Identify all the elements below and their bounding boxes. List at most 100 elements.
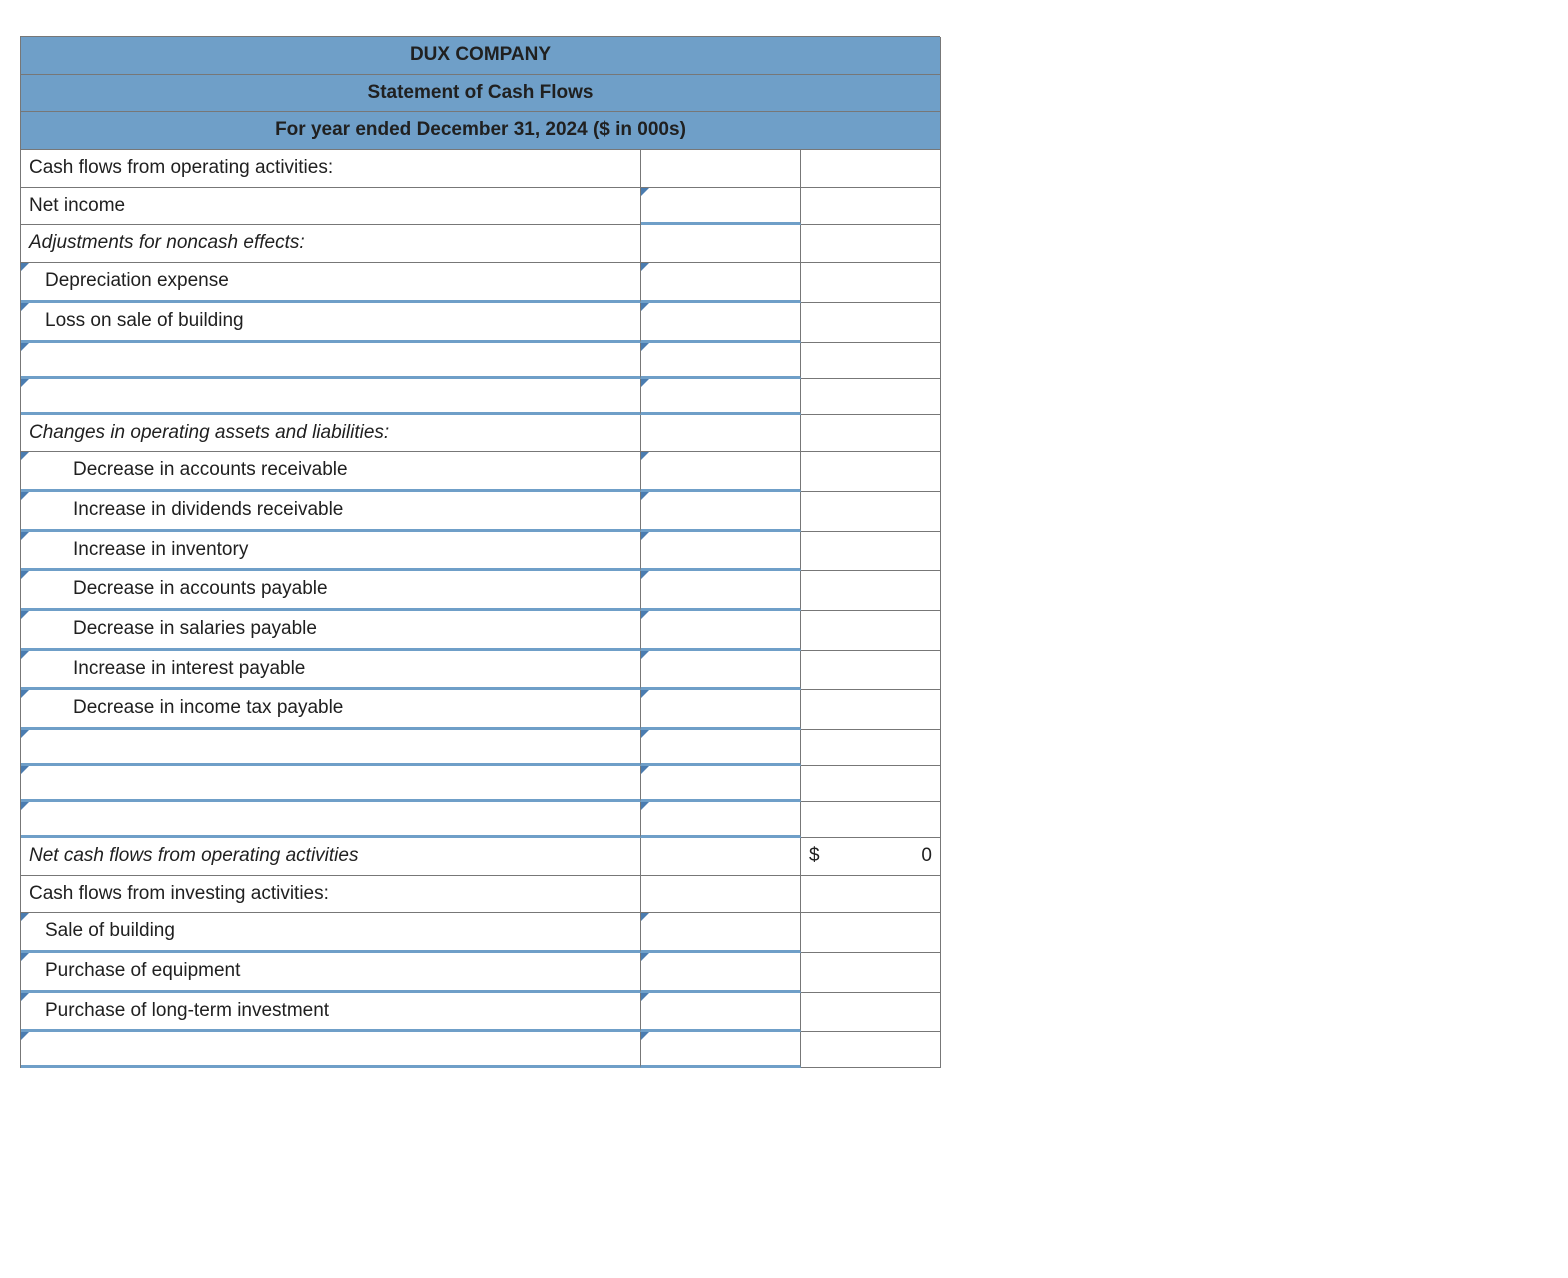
table-row: Increase in dividends receivable xyxy=(21,492,940,532)
amount-input[interactable] xyxy=(641,611,801,651)
line-item-select[interactable]: Decrease in salaries payable xyxy=(21,611,641,651)
table-row: Purchase of long-term investment xyxy=(21,993,940,1033)
amount-input[interactable] xyxy=(641,303,801,343)
line-item-select[interactable] xyxy=(21,730,641,766)
line-item-text: Net income xyxy=(29,194,125,219)
amount-input[interactable] xyxy=(641,730,801,766)
line-item-text: Increase in dividends receivable xyxy=(73,498,343,523)
line-item-select[interactable]: Increase in interest payable xyxy=(21,651,641,691)
amount-input[interactable] xyxy=(641,651,801,691)
amount-input[interactable] xyxy=(641,343,801,379)
line-item-select[interactable] xyxy=(21,766,641,802)
line-item-text: Net cash flows from operating activities xyxy=(29,844,358,869)
table-row xyxy=(21,766,940,802)
amount-input[interactable] xyxy=(641,993,801,1033)
line-item-select[interactable] xyxy=(21,379,641,415)
amount-cell xyxy=(641,225,801,263)
amount-input[interactable] xyxy=(641,492,801,532)
amount-cell xyxy=(641,876,801,914)
line-item-label: Cash flows from investing activities: xyxy=(21,876,641,914)
total-cell xyxy=(801,730,941,766)
line-item-select[interactable]: Increase in dividends receivable xyxy=(21,492,641,532)
table-row: Cash flows from investing activities: xyxy=(21,876,940,914)
total-cell xyxy=(801,379,941,415)
line-item-text: Cash flows from investing activities: xyxy=(29,882,329,907)
line-item-text: Changes in operating assets and liabilit… xyxy=(29,421,389,446)
total-cell xyxy=(801,303,941,343)
amount-input[interactable] xyxy=(641,953,801,993)
table-row: Decrease in accounts receivable xyxy=(21,452,940,492)
header-period: For year ended December 31, 2024 ($ in 0… xyxy=(21,112,941,150)
header-company: DUX COMPANY xyxy=(21,37,941,75)
table-row: Decrease in accounts payable xyxy=(21,571,940,611)
total-cell xyxy=(801,1032,941,1068)
table-row xyxy=(21,802,940,838)
line-item-text: Loss on sale of building xyxy=(45,309,244,334)
amount-input[interactable] xyxy=(641,532,801,572)
amount-input[interactable] xyxy=(641,1032,801,1068)
subtotal-cell: $0 xyxy=(801,838,941,876)
total-cell xyxy=(801,188,941,226)
cash-flow-statement-table: DUX COMPANY Statement of Cash Flows For … xyxy=(20,36,940,1068)
subtotal-value: 0 xyxy=(921,844,932,869)
table-row: Increase in interest payable xyxy=(21,651,940,691)
total-cell xyxy=(801,876,941,914)
line-item-select[interactable] xyxy=(21,1032,641,1068)
line-item-label: Net income xyxy=(21,188,641,226)
line-item-text: Decrease in income tax payable xyxy=(73,696,343,721)
total-cell xyxy=(801,263,941,303)
total-cell xyxy=(801,150,941,188)
line-item-text: Depreciation expense xyxy=(45,269,229,294)
table-row: Decrease in salaries payable xyxy=(21,611,940,651)
line-item-text: Decrease in accounts payable xyxy=(73,577,328,602)
total-cell xyxy=(801,452,941,492)
table-row: Depreciation expense xyxy=(21,263,940,303)
amount-input[interactable] xyxy=(641,379,801,415)
amount-input[interactable] xyxy=(641,766,801,802)
line-item-select[interactable]: Purchase of equipment xyxy=(21,953,641,993)
total-cell xyxy=(801,651,941,691)
line-item-select[interactable]: Increase in inventory xyxy=(21,532,641,572)
currency-symbol: $ xyxy=(809,844,820,869)
line-item-select[interactable]: Decrease in accounts payable xyxy=(21,571,641,611)
amount-cell xyxy=(641,838,801,876)
line-item-label: Adjustments for noncash effects: xyxy=(21,225,641,263)
total-cell xyxy=(801,532,941,572)
line-item-text: Purchase of equipment xyxy=(45,959,240,984)
table-row xyxy=(21,379,940,415)
amount-input[interactable] xyxy=(641,188,801,226)
amount-input[interactable] xyxy=(641,802,801,838)
line-item-text: Purchase of long-term investment xyxy=(45,999,329,1024)
table-row: Changes in operating assets and liabilit… xyxy=(21,415,940,453)
line-item-select[interactable]: Decrease in income tax payable xyxy=(21,690,641,730)
table-row: Decrease in income tax payable xyxy=(21,690,940,730)
line-item-select[interactable]: Sale of building xyxy=(21,913,641,953)
table-row: Net cash flows from operating activities… xyxy=(21,838,940,876)
total-cell xyxy=(801,953,941,993)
total-cell xyxy=(801,492,941,532)
line-item-text: Cash flows from operating activities: xyxy=(29,156,333,181)
total-cell xyxy=(801,766,941,802)
line-item-select[interactable]: Depreciation expense xyxy=(21,263,641,303)
amount-input[interactable] xyxy=(641,690,801,730)
total-cell xyxy=(801,415,941,453)
table-row: Purchase of equipment xyxy=(21,953,940,993)
amount-input[interactable] xyxy=(641,571,801,611)
line-item-select[interactable] xyxy=(21,802,641,838)
line-item-text: Increase in interest payable xyxy=(73,657,305,682)
table-row: Net income xyxy=(21,188,940,226)
amount-input[interactable] xyxy=(641,263,801,303)
line-item-select[interactable]: Purchase of long-term investment xyxy=(21,993,641,1033)
line-item-text: Decrease in salaries payable xyxy=(73,617,317,642)
amount-input[interactable] xyxy=(641,913,801,953)
table-row: Adjustments for noncash effects: xyxy=(21,225,940,263)
total-cell xyxy=(801,611,941,651)
line-item-select[interactable]: Loss on sale of building xyxy=(21,303,641,343)
line-item-text: Sale of building xyxy=(45,919,175,944)
amount-input[interactable] xyxy=(641,452,801,492)
total-cell xyxy=(801,690,941,730)
line-item-select[interactable] xyxy=(21,343,641,379)
table-row: Loss on sale of building xyxy=(21,303,940,343)
total-cell xyxy=(801,913,941,953)
line-item-select[interactable]: Decrease in accounts receivable xyxy=(21,452,641,492)
